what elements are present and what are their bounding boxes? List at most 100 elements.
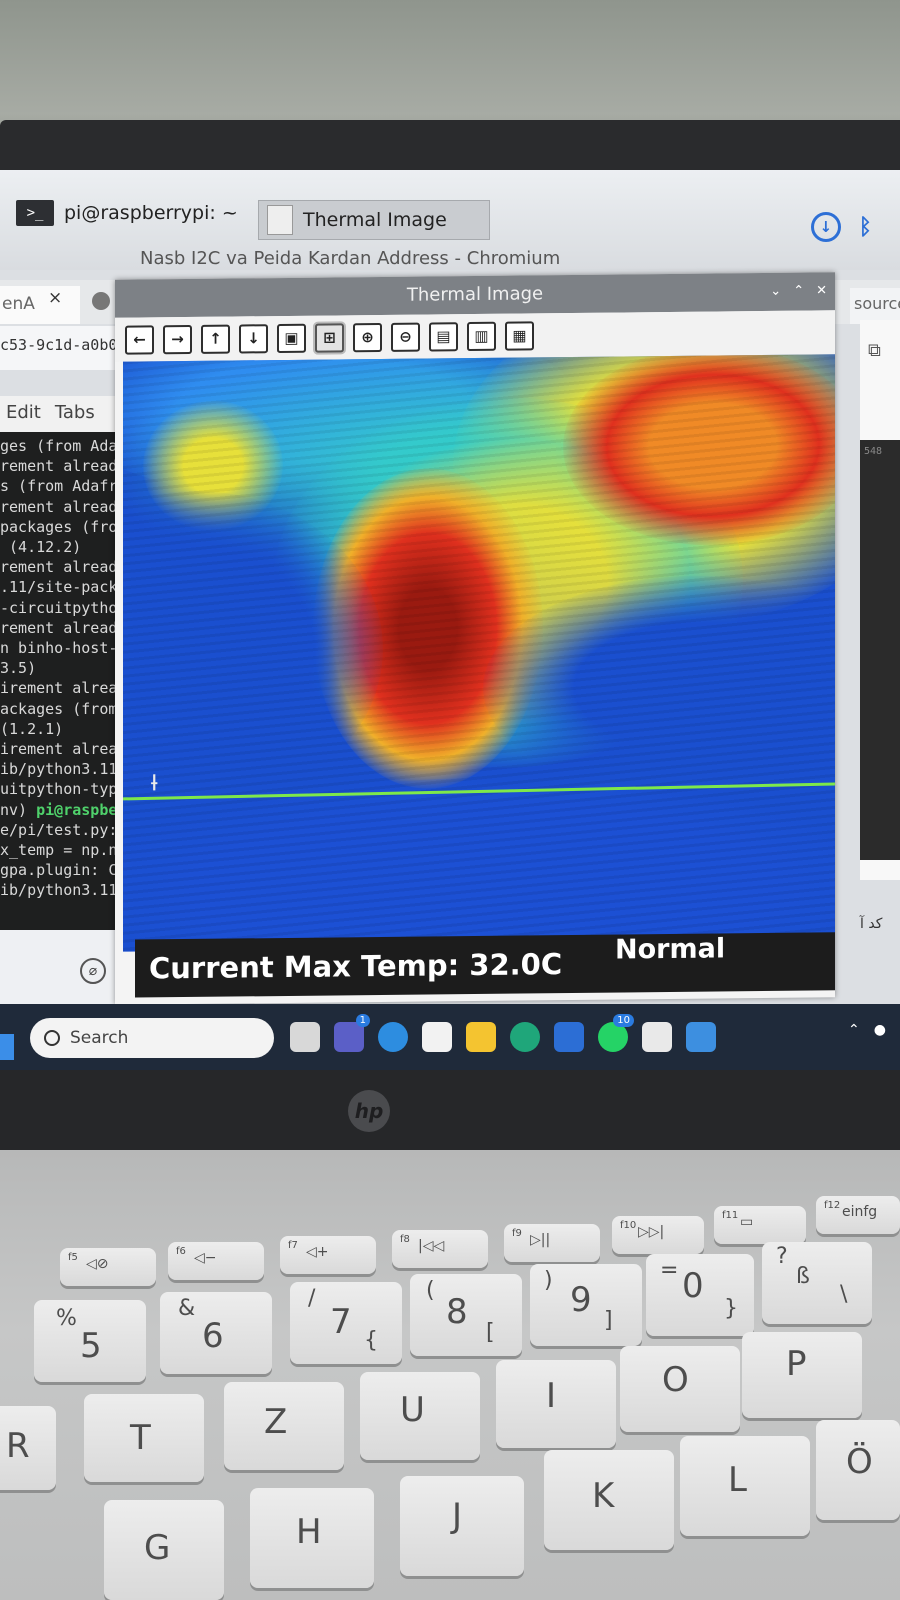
key-k[interactable]: K	[544, 1450, 674, 1550]
chevron-up-icon[interactable]: ⌃	[848, 1022, 860, 1038]
pan-down-button[interactable]: ↓	[239, 323, 268, 353]
fit-image-button[interactable]: ▣	[277, 323, 306, 353]
pi-taskbar: >_ pi@raspberrypi: ~ Thermal Image ↓ ᛒ N…	[0, 170, 900, 270]
keyboard: f5 ◁⊘ f6 ◁− f7 ◁+ f8 |◁◁ f9 ▷|| f10 ▷▷| f11 ▭ f…	[0, 1150, 900, 1600]
windows-taskbar: Search 1 10 ⌃ ●	[0, 1004, 900, 1070]
key-f12[interactable]: f12 einfg	[816, 1196, 900, 1234]
key-f11[interactable]: f11 ▭	[714, 1206, 806, 1244]
key-f9[interactable]: f9 ▷||	[504, 1224, 600, 1262]
key-j[interactable]: J	[400, 1476, 524, 1576]
extensions-icon[interactable]: ⧉	[868, 340, 881, 361]
thermal-heatmap[interactable]: Ɨ	[123, 354, 835, 952]
thermal-status-bar: Current Max Temp: 32.0C Normal	[135, 932, 835, 998]
window-controls: ⌄ ⌃ ✕	[770, 272, 827, 311]
key-f5[interactable]: f5 ◁⊘	[60, 1248, 156, 1286]
windows-start-icon[interactable]	[0, 1034, 14, 1060]
max-temp-label: Current Max Temp: 32.0C	[149, 947, 563, 986]
key-f6[interactable]: f6 ◁−	[168, 1242, 264, 1280]
arrow-right-icon: →	[171, 330, 184, 349]
key-f8[interactable]: f8 |◁◁	[392, 1230, 488, 1268]
key-l[interactable]: L	[680, 1436, 810, 1536]
windows-tray: ⌃ ●	[848, 1022, 886, 1038]
close-icon[interactable]: ×	[48, 288, 62, 308]
moire-overlay	[123, 354, 835, 952]
line-number: 548	[864, 446, 883, 457]
download-icon[interactable]: ↓	[810, 212, 841, 242]
forward-button[interactable]: →	[163, 324, 192, 354]
teams-icon[interactable]: 1	[334, 1014, 370, 1052]
minimize-icon[interactable]: ⌄	[770, 273, 781, 311]
search-icon	[44, 1030, 60, 1046]
close-icon[interactable]: ✕	[816, 272, 827, 310]
properties-button[interactable]: ▦	[505, 320, 534, 351]
snipping-tool-icon[interactable]	[642, 1022, 672, 1052]
whatsapp-icon[interactable]: 10	[598, 1014, 634, 1052]
photos-icon[interactable]	[686, 1022, 716, 1052]
text-cursor-icon: Ɨ	[151, 771, 158, 797]
store-icon[interactable]	[422, 1022, 452, 1052]
normal-size-button[interactable]: ⊞	[315, 322, 344, 353]
key-p[interactable]: P	[742, 1332, 862, 1418]
key-6[interactable]: & 6	[160, 1292, 272, 1374]
menu-tabs[interactable]: Tabs	[55, 402, 95, 432]
task-view-icon[interactable]	[290, 1022, 320, 1052]
maximize-icon[interactable]: ⌃	[793, 273, 804, 311]
prompt-venv: nv)	[0, 800, 37, 819]
key-oe[interactable]: Ö	[816, 1420, 900, 1520]
arrow-down-icon: ↓	[247, 329, 260, 348]
bluetooth-icon[interactable]: ᛒ	[859, 215, 872, 240]
whatsapp-badge: 10	[613, 1014, 634, 1027]
key-r[interactable]: R	[0, 1406, 56, 1490]
paperclip-icon[interactable]: ⌀	[80, 958, 106, 984]
terminal-task-label: pi@raspberrypi: ~	[64, 202, 238, 224]
key-7[interactable]: /7{	[290, 1282, 402, 1364]
key-i[interactable]: I	[496, 1360, 616, 1448]
thermal-window-title: Thermal Image	[406, 283, 544, 306]
hp-logo: hp	[348, 1090, 390, 1132]
search-label: Search	[70, 1028, 129, 1048]
source-tab[interactable]: source	[850, 288, 900, 324]
thermal-task-button[interactable]: Thermal Image	[258, 200, 490, 240]
key-sz[interactable]: ? ß \	[762, 1242, 872, 1324]
key-o[interactable]: O	[620, 1346, 740, 1432]
back-button[interactable]: ←	[125, 324, 154, 355]
prompt-user: pi@raspber	[36, 800, 127, 819]
zoom-in-button[interactable]: ⊕	[353, 322, 382, 352]
rtl-text: کد آ	[860, 916, 883, 932]
address-bar[interactable]: c53-9c1d-a0b0	[0, 326, 120, 370]
windows-search-box[interactable]: Search	[30, 1018, 274, 1058]
key-h[interactable]: H	[250, 1488, 374, 1588]
menu-edit[interactable]: Edit	[6, 402, 41, 432]
key-5[interactable]: % 5	[34, 1300, 146, 1382]
zoom-in-icon: ⊕	[361, 328, 374, 347]
browser-tab[interactable]: enA	[0, 286, 80, 324]
remote-app-icon[interactable]	[554, 1022, 584, 1052]
key-f7[interactable]: f7 ◁+	[280, 1236, 376, 1274]
key-u[interactable]: U	[360, 1372, 480, 1460]
terminal-task-button[interactable]: >_ pi@raspberrypi: ~	[16, 200, 238, 226]
system-tray: ↓ ᛒ	[810, 212, 872, 242]
pan-up-button[interactable]: ↑	[201, 324, 230, 354]
image-size-icon: ⊞	[323, 328, 336, 347]
save-icon: ▤	[436, 327, 451, 346]
key-8[interactable]: (8[	[410, 1274, 522, 1356]
key-t[interactable]: T	[84, 1394, 204, 1482]
help-icon[interactable]	[378, 1022, 408, 1052]
arrow-up-icon: ↑	[209, 329, 222, 348]
key-z[interactable]: Z	[224, 1382, 344, 1470]
taskbar-apps: 1 10	[290, 1014, 716, 1052]
key-0[interactable]: = 0}	[646, 1254, 754, 1336]
key-9[interactable]: ) 9]	[530, 1264, 642, 1346]
file-explorer-icon[interactable]	[466, 1022, 496, 1052]
properties-icon: ▦	[512, 326, 527, 345]
laptop-screen: >_ pi@raspberrypi: ~ Thermal Image ↓ ᛒ N…	[0, 170, 900, 1070]
save-button[interactable]: ▤	[429, 321, 458, 351]
zoom-out-button[interactable]: ⊖	[391, 322, 420, 352]
chromium-window-title: Nasb I2C va Peida Kardan Address - Chrom…	[140, 248, 561, 269]
key-g[interactable]: G	[104, 1500, 224, 1600]
antivirus-icon[interactable]: ●	[874, 1022, 886, 1038]
thermal-task-label: Thermal Image	[303, 209, 447, 231]
edge-icon[interactable]	[510, 1022, 540, 1052]
key-f10[interactable]: f10 ▷▷|	[612, 1216, 704, 1254]
copy-button[interactable]: ▥	[467, 321, 496, 351]
